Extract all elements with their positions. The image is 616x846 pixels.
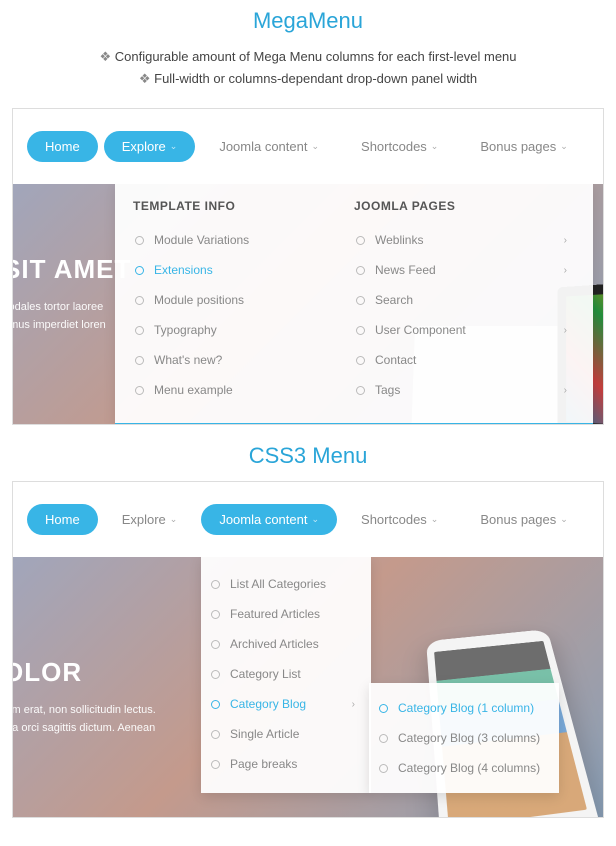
chevron-down-icon: ⌄	[560, 514, 568, 525]
nav-label: Explore	[122, 512, 166, 527]
section-title-css3: CSS3 Menu	[0, 435, 616, 477]
menu-item-active[interactable]: Category Blog (1 column)	[377, 693, 551, 723]
nav-bar: Home Explore ⌄ Joomla content ⌄ Shortcodes…	[13, 482, 603, 557]
chevron-down-icon: ⌄	[431, 514, 439, 525]
nav-label: Shortcodes	[361, 512, 427, 527]
menu-label: Contact	[375, 353, 416, 367]
chevron-down-icon: ⌄	[560, 141, 568, 152]
menu-item[interactable]: What's new?	[133, 345, 354, 375]
feature-item: Configurable amount of Mega Menu columns…	[0, 46, 616, 68]
mega-dropdown: TEMPLATE INFO Module Variations Extensio…	[115, 182, 593, 425]
nav-label: Joomla content	[219, 139, 307, 154]
section-title-mega: MegaMenu	[0, 0, 616, 42]
nav-home[interactable]: Home	[27, 131, 98, 162]
menu-item[interactable]: Typography	[133, 315, 354, 345]
menu-item[interactable]: Weblinks ›	[354, 225, 575, 255]
nav-bar: Home Explore ⌄ Joomla content ⌄ Shortcodes…	[13, 109, 603, 184]
menu-item[interactable]: Tags ›	[354, 375, 575, 405]
nav-shortcodes[interactable]: Shortcodes ⌄	[343, 504, 456, 535]
dropdown-panel: List All Categories Featured Articles Ar…	[201, 555, 371, 793]
chevron-right-icon: ›	[564, 235, 567, 246]
nav-shortcodes[interactable]: Shortcodes ⌄	[343, 131, 456, 162]
nav-label: Shortcodes	[361, 139, 427, 154]
menu-item-active[interactable]: Extensions	[133, 255, 354, 285]
chevron-right-icon: ›	[564, 265, 567, 276]
nav-easyblog[interactable]: EasyBlog⌄	[592, 504, 604, 535]
chevron-right-icon: ›	[564, 385, 567, 396]
screenshot-css3: Home Explore ⌄ Joomla content ⌄ Shortcodes…	[12, 481, 604, 818]
mega-col-template: TEMPLATE INFO Module Variations Extensio…	[133, 199, 354, 405]
chevron-down-icon: ⌄	[431, 141, 439, 152]
chevron-down-icon: ⌄	[311, 514, 319, 525]
nav-bonus[interactable]: Bonus pages ⌄	[462, 504, 585, 535]
menu-label: Tags	[375, 383, 400, 397]
nav-explore[interactable]: Explore ⌄	[104, 504, 196, 535]
chevron-down-icon: ⌄	[170, 141, 178, 152]
submenu-panel: Category Blog (1 column) Category Blog (…	[369, 683, 559, 793]
chevron-down-icon: ⌄	[170, 514, 178, 525]
menu-item[interactable]: User Component ›	[354, 315, 575, 345]
nav-joomla[interactable]: Joomla content ⌄	[201, 131, 337, 162]
menu-item[interactable]: Category Blog (4 columns)	[377, 753, 551, 783]
hero-heading: SIT AMET	[12, 254, 131, 285]
chevron-right-icon: ›	[564, 325, 567, 336]
col-title: JOOMLA PAGES	[354, 199, 575, 213]
nav-easyblog[interactable]: EasyBlog⌄	[592, 131, 604, 162]
hero-text: OLOR lum erat, non sollicitudin lectus. …	[12, 657, 156, 737]
nav-explore[interactable]: Explore ⌄	[104, 131, 196, 162]
menu-label: Search	[375, 293, 413, 307]
hero-line: amus imperdiet loren	[12, 317, 131, 335]
hero-line: sodales tortor laoree	[12, 299, 131, 317]
menu-item[interactable]: Archived Articles	[209, 629, 363, 659]
nav-label: Joomla content	[219, 512, 307, 527]
menu-item[interactable]: List All Categories	[209, 569, 363, 599]
hero-heading: OLOR	[12, 657, 156, 688]
nav-label: Explore	[122, 139, 166, 154]
hero-line: n a orci sagittis dictum. Aenean	[12, 720, 156, 738]
menu-item[interactable]: Category List	[209, 659, 363, 689]
hero-text: SIT AMET sodales tortor laoree amus impe…	[12, 254, 131, 334]
hero-area: SIT AMET sodales tortor laoree amus impe…	[13, 184, 603, 424]
nav-bonus[interactable]: Bonus pages ⌄	[462, 131, 585, 162]
menu-label: User Component	[375, 323, 466, 337]
hero-area: OLOR lum erat, non sollicitudin lectus. …	[13, 557, 603, 817]
nav-joomla[interactable]: Joomla content ⌄	[201, 504, 337, 535]
menu-item[interactable]: Menu example	[133, 375, 354, 405]
hero-line: lum erat, non sollicitudin lectus.	[12, 702, 156, 720]
menu-item[interactable]: Module Variations	[133, 225, 354, 255]
menu-item[interactable]: Featured Articles	[209, 599, 363, 629]
col-title: TEMPLATE INFO	[133, 199, 354, 213]
nav-label: Bonus pages	[480, 139, 556, 154]
screenshot-mega: Home Explore ⌄ Joomla content ⌄ Shortcodes…	[12, 108, 604, 425]
menu-item[interactable]: Page breaks	[209, 749, 363, 779]
nav-label: Bonus pages	[480, 512, 556, 527]
feature-list: Configurable amount of Mega Menu columns…	[0, 42, 616, 104]
menu-item[interactable]: Single Article	[209, 719, 363, 749]
feature-item: Full-width or columns-dependant drop-dow…	[0, 68, 616, 90]
menu-item-active[interactable]: Category Blog ›	[209, 689, 363, 719]
mega-col-joomla: JOOMLA PAGES Weblinks › News Feed › Search…	[354, 199, 575, 405]
chevron-right-icon: ›	[352, 699, 355, 710]
menu-item[interactable]: Contact	[354, 345, 575, 375]
menu-label: News Feed	[375, 263, 436, 277]
nav-home[interactable]: Home	[27, 504, 98, 535]
menu-label: Category Blog	[230, 697, 306, 711]
menu-label: Weblinks	[375, 233, 423, 247]
menu-item[interactable]: Module positions	[133, 285, 354, 315]
menu-item[interactable]: Category Blog (3 columns)	[377, 723, 551, 753]
menu-item[interactable]: News Feed ›	[354, 255, 575, 285]
chevron-down-icon: ⌄	[311, 141, 319, 152]
menu-item[interactable]: Search	[354, 285, 575, 315]
